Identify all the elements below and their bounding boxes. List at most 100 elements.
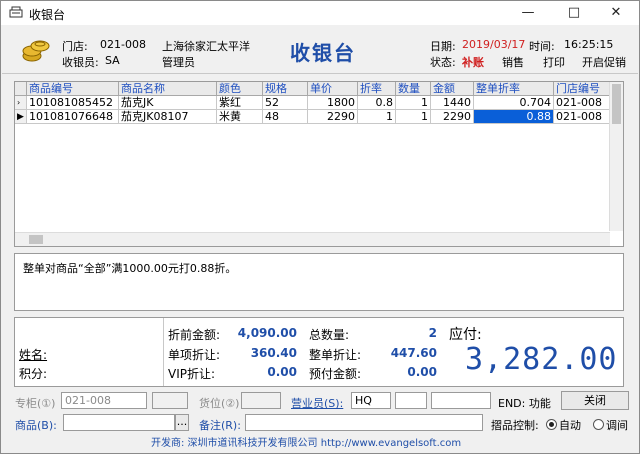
col-header-price[interactable]: 单价 bbox=[308, 82, 358, 96]
store-code: 021-008 bbox=[100, 38, 146, 51]
cell-price[interactable]: 2290 bbox=[308, 110, 358, 124]
col-header-color[interactable]: 颜色 bbox=[217, 82, 263, 96]
prepaid-value: 0.00 bbox=[407, 365, 437, 379]
cell-color[interactable]: 紫红 bbox=[217, 96, 263, 110]
cell-store[interactable]: 021-008 bbox=[554, 96, 610, 110]
cell-code[interactable]: 101081085452 bbox=[27, 96, 119, 110]
horizontal-scroll-thumb[interactable] bbox=[29, 235, 43, 244]
grid-horizontal-scrollbar[interactable] bbox=[15, 232, 610, 246]
remark-input[interactable] bbox=[245, 414, 483, 431]
product-label: 商品(B): bbox=[15, 419, 57, 432]
cell-spec[interactable]: 52 bbox=[263, 96, 308, 110]
member-points-label: 积分: bbox=[19, 367, 48, 381]
developer-footer: 开发商: 深圳市道讯科技开发有限公司 http://www.evangelsof… bbox=[151, 438, 462, 449]
cell-color[interactable]: 米黄 bbox=[217, 110, 263, 124]
title-bar: 收银台 — □ ✕ bbox=[1, 1, 639, 25]
drawer-manual-label: 调间 bbox=[606, 419, 628, 432]
time-label: 时间: bbox=[529, 40, 555, 53]
promotion-note-text: 整单对商品“全部”满1000.00元打0.88折。 bbox=[23, 262, 237, 275]
prepaid-label: 预付金额: bbox=[309, 367, 362, 381]
radio-selected-icon[interactable] bbox=[546, 419, 557, 430]
salesperson-extra-field[interactable] bbox=[395, 392, 427, 409]
radio-unselected-icon[interactable] bbox=[593, 419, 604, 430]
payable-label: 应付: bbox=[449, 327, 482, 343]
col-header-store[interactable]: 门店编号 bbox=[554, 82, 610, 96]
vip-discount-value: 0.00 bbox=[267, 365, 297, 379]
totals-divider bbox=[163, 318, 164, 386]
grid-corner bbox=[15, 82, 27, 96]
header-panel: 门店: 021-008 上海徐家汇太平洋 收银员: SA 管理员 收银台 日期:… bbox=[2, 25, 638, 74]
cell-store[interactable]: 021-008 bbox=[554, 110, 610, 124]
print-action[interactable]: 打印 bbox=[543, 54, 565, 70]
cell-name[interactable]: 茄克JK bbox=[119, 96, 217, 110]
col-header-amount[interactable]: 金额 bbox=[431, 82, 474, 96]
remark-label: 备注(R): bbox=[199, 419, 241, 432]
end-function-hint: END: 功能 bbox=[498, 397, 551, 410]
grid-vertical-scrollbar[interactable] bbox=[609, 82, 623, 231]
cell-code[interactable]: 101081076648 bbox=[27, 110, 119, 124]
salesperson-name-field[interactable] bbox=[431, 392, 491, 409]
product-browse-button[interactable]: ... bbox=[175, 414, 189, 431]
col-header-qty[interactable]: 数量 bbox=[396, 82, 431, 96]
cell-rate[interactable]: 1 bbox=[358, 110, 396, 124]
drawer-manual-option[interactable]: 调间 bbox=[593, 417, 628, 433]
payable-amount: 3,282.00 bbox=[465, 342, 618, 377]
location-label: 货位(②) bbox=[199, 397, 240, 410]
drawer-auto-label: 自动 bbox=[559, 419, 581, 432]
items-grid[interactable]: 商品编号 商品名称 颜色 规格 单价 折率 数量 金额 整单折率 门店编号 › … bbox=[14, 81, 624, 247]
product-input[interactable] bbox=[63, 414, 175, 431]
cashier-window: 收银台 — □ ✕ 门店: 021-008 上海徐家汇太平洋 收银员: SA 管… bbox=[0, 0, 640, 454]
sale-action[interactable]: 销售 bbox=[502, 54, 524, 70]
cell-qty[interactable]: 1 bbox=[396, 96, 431, 110]
location-field[interactable] bbox=[241, 392, 281, 409]
cell-order-rate[interactable]: 0.704 bbox=[474, 96, 554, 110]
total-qty-label: 总数量: bbox=[309, 328, 350, 342]
coins-icon bbox=[22, 40, 50, 62]
before-discount-value: 4,090.00 bbox=[237, 326, 297, 340]
row-indicator[interactable]: › bbox=[15, 96, 27, 110]
date-value: 2019/03/17 bbox=[462, 38, 526, 51]
col-header-order-rate[interactable]: 整单折率 bbox=[474, 82, 554, 96]
cell-order-rate-selected[interactable]: 0.88 bbox=[474, 110, 554, 124]
cell-rate[interactable]: 0.8 bbox=[358, 96, 396, 110]
status-label: 状态: bbox=[430, 56, 456, 69]
minimize-icon[interactable]: — bbox=[505, 1, 551, 25]
page-title: 收银台 bbox=[290, 41, 356, 65]
close-icon[interactable]: ✕ bbox=[593, 1, 639, 25]
col-header-name[interactable]: 商品名称 bbox=[119, 82, 217, 96]
store-name: 上海徐家汇太平洋 bbox=[162, 40, 250, 53]
col-header-code[interactable]: 商品编号 bbox=[27, 82, 119, 96]
close-button[interactable]: 关闭 bbox=[561, 391, 629, 410]
counter-extra-field[interactable] bbox=[152, 392, 188, 409]
cell-name[interactable]: 茄克JK08107 bbox=[119, 110, 217, 124]
store-label: 门店: bbox=[62, 40, 88, 53]
cell-price[interactable]: 1800 bbox=[308, 96, 358, 110]
enable-promo-action[interactable]: 开启促销 bbox=[582, 54, 626, 70]
current-row-indicator[interactable]: ▶ bbox=[15, 110, 27, 124]
cell-amount[interactable]: 2290 bbox=[431, 110, 474, 124]
item-discount-label: 单项折让: bbox=[168, 348, 221, 362]
vertical-scroll-thumb[interactable] bbox=[612, 84, 621, 124]
salesperson-field[interactable]: HQ bbox=[351, 392, 391, 409]
cell-spec[interactable]: 48 bbox=[263, 110, 308, 124]
order-discount-label: 整单折让: bbox=[309, 348, 362, 362]
cashier-role: 管理员 bbox=[162, 56, 195, 69]
counter-field[interactable]: 021-008 bbox=[61, 392, 147, 409]
order-discount-value: 447.60 bbox=[390, 346, 437, 360]
cell-amount[interactable]: 1440 bbox=[431, 96, 474, 110]
drawer-auto-option[interactable]: 自动 bbox=[546, 417, 581, 433]
cell-qty[interactable]: 1 bbox=[396, 110, 431, 124]
col-header-rate[interactable]: 折率 bbox=[358, 82, 396, 96]
col-header-spec[interactable]: 规格 bbox=[263, 82, 308, 96]
totals-panel: 姓名: 积分: 折前金额: 4,090.00 单项折让: 360.40 VIP折… bbox=[14, 317, 624, 387]
total-qty-value: 2 bbox=[428, 326, 437, 340]
maximize-icon[interactable]: □ bbox=[551, 1, 597, 25]
cashier-code: SA bbox=[105, 54, 120, 67]
promotion-note: 整单对商品“全部”满1000.00元打0.88折。 bbox=[14, 253, 624, 311]
window-title: 收银台 bbox=[29, 8, 66, 22]
salesperson-label: 营业员(S): bbox=[291, 397, 344, 410]
time-value: 16:25:15 bbox=[564, 38, 614, 51]
counter-label: 专柜(①) bbox=[15, 397, 56, 410]
item-discount-value: 360.40 bbox=[250, 346, 297, 360]
member-name-label: 姓名: bbox=[19, 348, 48, 362]
